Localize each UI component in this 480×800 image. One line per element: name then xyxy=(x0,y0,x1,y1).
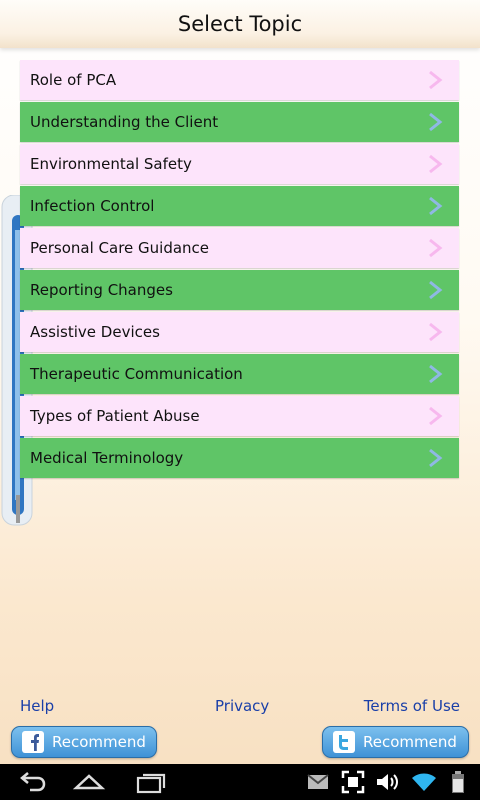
topic-item-reporting-changes[interactable]: Reporting Changes xyxy=(20,270,459,310)
chevron-right-icon xyxy=(429,154,443,174)
privacy-link[interactable]: Privacy xyxy=(215,697,269,715)
facebook-recommend-button[interactable]: Recommend xyxy=(11,726,157,758)
chevron-right-icon xyxy=(429,238,443,258)
chevron-right-icon xyxy=(429,280,443,300)
topic-label: Therapeutic Communication xyxy=(30,365,243,383)
topic-item-infection-control[interactable]: Infection Control xyxy=(20,186,459,226)
facebook-icon xyxy=(22,731,44,753)
system-navigation-bar xyxy=(0,764,480,800)
topic-label: Personal Care Guidance xyxy=(30,239,210,257)
chevron-right-icon xyxy=(429,406,443,426)
help-link[interactable]: Help xyxy=(20,697,54,715)
topic-label: Understanding the Client xyxy=(30,113,219,131)
topic-item-assistive-devices[interactable]: Assistive Devices xyxy=(20,312,459,352)
page-title: Select Topic xyxy=(177,12,303,36)
title-bar: Select Topic xyxy=(0,0,480,48)
twitter-icon xyxy=(333,731,355,753)
topic-label: Assistive Devices xyxy=(30,323,160,341)
recent-apps-icon[interactable] xyxy=(134,770,168,794)
volume-icon xyxy=(377,774,398,790)
chevron-right-icon xyxy=(429,448,443,468)
topic-list: Role of PCA Understanding the Client Env… xyxy=(20,60,459,480)
facebook-recommend-label: Recommend xyxy=(52,733,146,751)
topic-label: Types of Patient Abuse xyxy=(30,407,200,425)
topic-label: Infection Control xyxy=(30,197,155,215)
twitter-recommend-label: Recommend xyxy=(363,733,457,751)
topic-item-therapeutic-communication[interactable]: Therapeutic Communication xyxy=(20,354,459,394)
battery-icon xyxy=(452,771,464,793)
chevron-right-icon xyxy=(429,364,443,384)
topic-item-understanding-the-client[interactable]: Understanding the Client xyxy=(20,102,459,142)
topic-item-role-of-pca[interactable]: Role of PCA xyxy=(20,60,459,100)
screenshot-icon xyxy=(341,770,365,794)
topic-item-environmental-safety[interactable]: Environmental Safety xyxy=(20,144,459,184)
terms-of-use-link[interactable]: Terms of Use xyxy=(364,697,460,715)
topic-label: Environmental Safety xyxy=(30,155,192,173)
footer-links: Help Privacy Terms of Use xyxy=(20,697,460,717)
topic-item-personal-care-guidance[interactable]: Personal Care Guidance xyxy=(20,228,459,268)
chevron-right-icon xyxy=(429,322,443,342)
topic-item-types-of-patient-abuse[interactable]: Types of Patient Abuse xyxy=(20,396,459,436)
chevron-right-icon xyxy=(429,70,443,90)
topic-label: Medical Terminology xyxy=(30,449,184,467)
wifi-icon xyxy=(412,773,436,791)
chevron-right-icon xyxy=(429,112,443,132)
topic-item-medical-terminology[interactable]: Medical Terminology xyxy=(20,438,459,478)
home-icon[interactable] xyxy=(72,770,106,794)
chevron-right-icon xyxy=(429,196,443,216)
topic-label: Reporting Changes xyxy=(30,281,173,299)
twitter-recommend-button[interactable]: Recommend xyxy=(322,726,469,758)
back-icon[interactable] xyxy=(16,770,48,794)
gmail-icon xyxy=(307,774,329,789)
topic-label: Role of PCA xyxy=(30,71,117,89)
